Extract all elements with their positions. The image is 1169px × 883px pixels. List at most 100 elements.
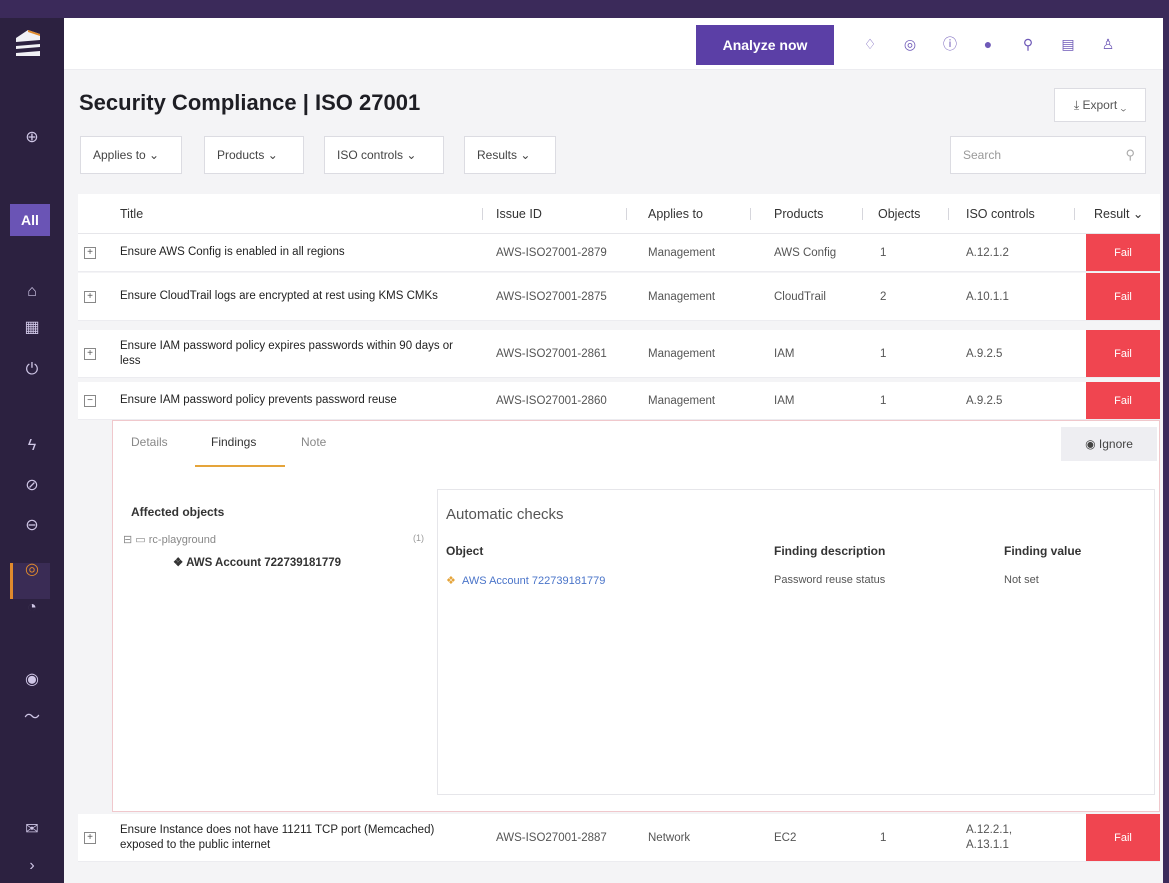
result-badge: Fail <box>1086 382 1160 419</box>
table-header: Title Issue ID Applies to Products Objec… <box>78 194 1160 234</box>
sidebar-item-all[interactable]: All <box>10 204 50 236</box>
table-row-expanded[interactable]: − Ensure IAM password policy prevents pa… <box>78 382 1160 420</box>
row-iso-controls: A.10.1.1 <box>966 290 1009 303</box>
filter-label: ISO controls <box>337 148 404 162</box>
bell-icon[interactable]: ♢ <box>860 34 880 54</box>
row-title: Ensure CloudTrail logs are encrypted at … <box>120 290 438 302</box>
row-issue-id: AWS-ISO27001-2875 <box>496 290 607 303</box>
expand-row-icon[interactable]: + <box>84 832 96 844</box>
info-icon[interactable]: ⓘ <box>940 34 960 54</box>
column-header-result[interactable]: Result ⌄ <box>1094 194 1143 234</box>
column-separator <box>862 208 863 220</box>
filter-label: Results <box>477 148 518 162</box>
tree-node-leaf[interactable]: ❖ AWS Account 722739181779 <box>173 555 341 569</box>
ignore-button[interactable]: ◉ Ignore <box>1061 427 1157 461</box>
result-badge: Fail <box>1086 273 1160 320</box>
row-issue-id: AWS-ISO27001-2887 <box>496 831 607 844</box>
auto-value: Not set <box>1004 574 1039 586</box>
auto-header-object: Object <box>446 544 484 558</box>
row-title: Ensure IAM password policy expires passw… <box>120 339 454 367</box>
column-separator <box>948 208 949 220</box>
globe-icon[interactable]: ⊕ <box>20 126 44 150</box>
collapse-row-icon[interactable]: − <box>84 395 96 407</box>
column-header-objects[interactable]: Objects <box>878 194 920 234</box>
expand-row-icon[interactable]: + <box>84 348 96 360</box>
row-iso-controls: A.9.2.5 <box>966 394 1003 407</box>
column-separator <box>626 208 627 220</box>
row-product: IAM <box>774 394 795 407</box>
crosshair-icon[interactable]: ⊖ <box>20 514 44 538</box>
user-icon[interactable]: ♙ <box>1098 34 1118 54</box>
result-badge: Fail <box>1086 234 1160 271</box>
row-product: IAM <box>774 347 795 360</box>
issue-details-panel: Details Findings Note ◉ Ignore Affected … <box>112 420 1160 812</box>
search-placeholder: Search <box>963 148 1002 162</box>
book-icon[interactable]: ▤ <box>1058 34 1078 54</box>
column-header-products[interactable]: Products <box>774 194 823 234</box>
row-issue-id: AWS-ISO27001-2879 <box>496 246 607 259</box>
column-header-title[interactable]: Title <box>120 194 143 234</box>
row-applies-to: Management <box>648 290 716 303</box>
table-row[interactable]: + Ensure Instance does not have 11211 TC… <box>78 814 1160 862</box>
expand-row-icon[interactable]: + <box>84 247 96 259</box>
analyze-now-button[interactable]: Analyze now <box>696 25 834 65</box>
bolt-icon[interactable]: ϟ <box>20 434 44 458</box>
row-applies-to: Management <box>648 347 716 360</box>
app-logo-icon <box>16 30 40 56</box>
auto-object-link[interactable]: ❖ AWS Account 722739181779 <box>446 574 605 587</box>
row-objects: 1 <box>880 246 887 259</box>
auto-description: Password reuse status <box>774 574 886 586</box>
filter-results[interactable]: Results ⌄ <box>464 136 556 174</box>
power-icon[interactable]: ⏻ <box>20 358 44 382</box>
grid-icon[interactable]: ▦ <box>20 316 44 340</box>
compass-icon[interactable]: ⊘ <box>20 474 44 498</box>
badge-icon[interactable]: ◎ <box>900 34 920 54</box>
page-title: Security Compliance | ISO 27001 <box>79 90 421 115</box>
sidebar: ⊕ All ⌂ ▦ ⏻ ϟ ⊘ ⊖ ◎ ◔ ◉ 〜 ✉ › <box>0 18 64 883</box>
export-label: Export <box>1082 97 1118 112</box>
row-title: Ensure AWS Config is enabled in all regi… <box>120 246 345 258</box>
row-product: EC2 <box>774 831 797 844</box>
search-input[interactable]: Search ⚲ <box>950 136 1146 174</box>
table-row[interactable]: + Ensure CloudTrail logs are encrypted a… <box>78 273 1160 321</box>
auto-object-label: AWS Account 722739181779 <box>462 575 606 587</box>
filter-label: Applies to <box>93 148 146 162</box>
column-separator <box>750 208 751 220</box>
home-icon[interactable]: ⌂ <box>20 280 44 304</box>
shield-icon[interactable]: ◎ <box>20 558 44 582</box>
filter-products[interactable]: Products ⌄ <box>204 136 304 174</box>
row-objects: 1 <box>880 394 887 407</box>
row-iso-controls: A.12.1.2 <box>966 246 1009 259</box>
table-row[interactable]: + Ensure IAM password policy expires pas… <box>78 330 1160 378</box>
automatic-checks-panel: Automatic checks Object Finding descript… <box>437 489 1155 795</box>
tab-findings[interactable]: Findings <box>211 435 256 449</box>
mail-icon[interactable]: ✉ <box>20 818 44 842</box>
column-header-issue-id[interactable]: Issue ID <box>496 194 542 234</box>
row-iso-controls: A.12.2.1, A.13.1.1 <box>966 823 1013 851</box>
filter-applies-to[interactable]: Applies to ⌄ <box>80 136 182 174</box>
column-header-iso-controls[interactable]: ISO controls <box>966 194 1035 234</box>
active-tab-indicator <box>195 465 285 467</box>
window-frame-right <box>1163 0 1169 883</box>
column-header-applies-to[interactable]: Applies to <box>648 194 703 234</box>
result-badge: Fail <box>1086 330 1160 377</box>
row-product: AWS Config <box>774 246 837 259</box>
trend-icon[interactable]: 〜 <box>20 706 44 730</box>
eye-icon[interactable]: ◉ <box>20 668 44 692</box>
tab-details[interactable]: Details <box>131 435 168 449</box>
expand-sidebar-icon[interactable]: › <box>20 854 44 878</box>
column-header-result-label: Result <box>1094 207 1130 221</box>
expand-row-icon[interactable]: + <box>84 291 96 303</box>
tab-note[interactable]: Note <box>301 435 326 449</box>
chat-icon[interactable]: ● <box>978 34 998 54</box>
folder-icon: ▭ <box>135 534 146 546</box>
export-button[interactable]: ⤓ Export ⌄ <box>1054 88 1146 122</box>
table-row[interactable]: + Ensure AWS Config is enabled in all re… <box>78 234 1160 272</box>
auto-header-value: Finding value <box>1004 544 1082 558</box>
filter-iso-controls[interactable]: ISO controls ⌄ <box>324 136 444 174</box>
share-icon[interactable]: ⚲ <box>1018 34 1038 54</box>
tree-node-root[interactable]: ⊟ ▭ rc-playground <box>123 533 216 546</box>
gauge-icon[interactable]: ◔ <box>20 596 44 620</box>
row-applies-to: Management <box>648 246 716 259</box>
tree-collapse-icon[interactable]: ⊟ <box>123 534 132 546</box>
